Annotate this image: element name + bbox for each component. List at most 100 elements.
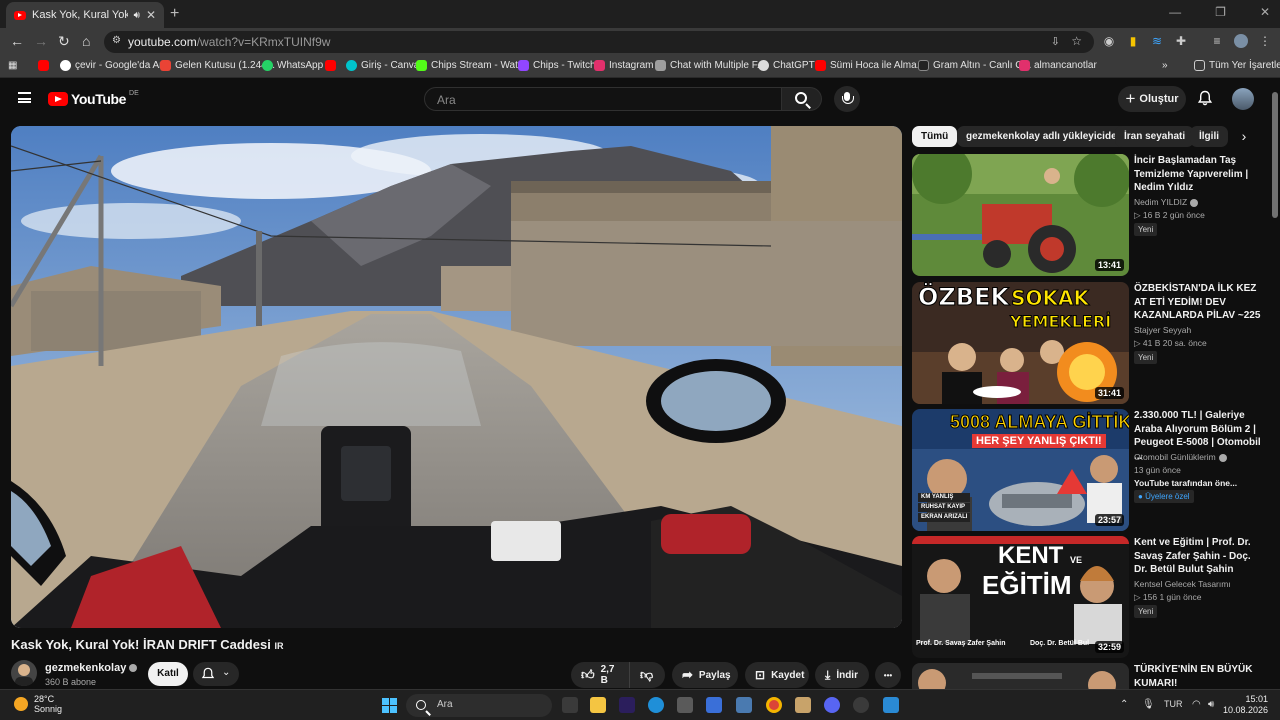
channel-avatar[interactable] [11,660,37,686]
recommendation-item[interactable]: TÜRKİYE'NİN EN BÜYÜK KUMARI! [912,663,1268,689]
join-button[interactable]: Katıl [148,662,188,686]
close-tab-icon[interactable]: ✕ [146,8,156,22]
microphone-icon[interactable]: 🎙︎ [1142,699,1155,710]
bookmark-item[interactable]: Gelen Kutusu (1.244... [160,60,275,71]
recommendation-channel[interactable]: Kentsel Gelecek Tasarımı [1134,579,1231,589]
speaker-icon[interactable]: 🔊︎ [134,10,140,21]
audio-extension-icon[interactable]: ≋ [1150,34,1164,48]
chip-all[interactable]: Tümü [912,126,958,147]
windows-start-icon[interactable] [382,698,398,714]
vscode-icon[interactable] [883,697,899,713]
volume-icon[interactable]: 🔊︎ [1208,699,1214,710]
dislike-button[interactable]: 👎︎ [629,662,665,688]
notifications-bell-icon[interactable] [1197,90,1213,106]
bookmark-star-icon[interactable]: ☆ [1071,34,1082,48]
voice-search-icon[interactable] [834,86,860,112]
profile-avatar-icon[interactable] [1234,34,1248,48]
apps-grid-icon[interactable]: ▦ [8,60,17,71]
discord-icon[interactable] [824,697,840,713]
install-icon[interactable]: ⇩ [1051,35,1060,48]
chip-related[interactable]: İlgili [1190,126,1228,147]
share-button[interactable]: ➦ Paylaş [672,662,738,688]
wallet-extension-icon[interactable]: ▮ [1126,34,1140,48]
page-scrollbar[interactable] [1272,92,1278,218]
new-tab-icon[interactable]: + [170,5,179,23]
bookmark-item[interactable]: Chips - Twitch [518,60,596,71]
camera-extension-icon[interactable]: ◉ [1102,34,1116,48]
subscription-notifications-button[interactable]: ⌄ [193,662,239,686]
all-bookmarks[interactable]: Tüm Yer İşaretleri [1194,60,1280,71]
video-thumbnail[interactable]: 5008 ALMAYA GİTTİK! HER ŞEY YANLIŞ ÇIKTI… [912,409,1129,531]
taskbar-search-input[interactable]: Ara [406,694,552,717]
recommendation-channel[interactable]: Stajyer Seyyah [1134,325,1191,335]
chip-iran-travel[interactable]: İran seyahati [1115,126,1195,147]
tray-overflow-icon[interactable]: ⌃ [1120,699,1128,710]
video-thumbnail[interactable]: ÖZBEK SOKAK YEMEKLERİ 31:41 [912,282,1129,404]
app-icon[interactable] [736,697,752,713]
input-language[interactable]: TUR [1164,699,1183,709]
close-window-icon[interactable]: ✕ [1260,5,1270,19]
site-info-icon[interactable]: ⚙ [112,35,121,46]
like-button[interactable]: 👍︎ 2,7 B [571,662,629,688]
more-actions-button[interactable]: ••• [875,662,901,688]
reload-icon[interactable]: ↻ [58,33,70,50]
minimize-icon[interactable]: — [1169,5,1181,19]
recommendation-title[interactable]: TÜRKİYE'NİN EN BÜYÜK KUMARI! [1134,663,1262,689]
extensions-icon[interactable]: ✚ [1174,34,1188,48]
wifi-icon[interactable]: ◠ [1192,699,1201,710]
bookmark-item[interactable]: ChatGPT [758,60,815,71]
bookmarks-overflow-icon[interactable]: » [1162,60,1168,71]
recommendation-item[interactable]: ÖZBEK SOKAK YEMEKLERİ 31:41 ÖZBEKİSTAN'DA… [912,282,1268,404]
back-icon[interactable]: ← [10,33,24,49]
recommendation-title[interactable]: ÖZBEKİSTAN'DA İLK KEZ AT ETİ YEDİM! DEV … [1134,282,1262,323]
chips-next-chevron-icon[interactable]: › [1234,126,1254,147]
bookmark-item[interactable]: çevir - Google'da Ara [60,60,168,71]
menu-icon[interactable] [18,92,31,103]
bookmark-item[interactable]: Sümi Hoca ile Alma... [815,60,925,71]
file-explorer-icon[interactable] [590,697,606,713]
download-button[interactable]: ⤓ İndir [815,662,869,688]
video-thumbnail[interactable]: 13:41 [912,154,1129,276]
document-app-icon[interactable] [795,697,811,713]
weather-widget[interactable]: 28°C Sonnig [14,694,62,714]
channel-name[interactable]: gezmekenkolay [45,662,138,674]
video-thumbnail[interactable]: KENT VE EĞİTİM Prof. Dr. Savaş Zafer Şah… [912,536,1129,658]
snipping-tool-icon[interactable] [677,697,693,713]
bookmark-item[interactable] [325,60,336,71]
windows-store-icon[interactable] [706,697,722,713]
bookmark-item[interactable]: Chips Stream - Wat... [416,60,526,71]
bookmark-item[interactable] [38,60,49,71]
recommendation-item[interactable]: 5008 ALMAYA GİTTİK! HER ŞEY YANLIŞ ÇIKTI… [912,409,1268,531]
recommendation-item[interactable]: 13:41 İncir Başlamadan Taş Temizleme Yap… [912,154,1268,276]
bookmark-item[interactable]: Gram Altın - Canlı G... [918,60,1031,71]
create-button[interactable]: + Oluştur [1118,86,1186,112]
bookmark-item[interactable]: Giriş - Canva [346,60,419,71]
task-view-icon[interactable] [562,697,578,713]
bookmark-item[interactable]: almancanotlar [1019,60,1097,71]
browser-tab[interactable]: Kask Yok, Kural Yok! İRAN D 🔊︎ ✕ [6,2,164,28]
recommendation-channel[interactable]: Nedim YILDIZ [1134,197,1199,207]
home-icon[interactable]: ⌂ [82,33,90,49]
edge-icon[interactable] [648,697,664,713]
steam-icon[interactable] [853,697,869,713]
video-player[interactable] [11,126,902,628]
premiere-pro-icon[interactable] [619,697,635,713]
save-button[interactable]: ⊡ Kaydet [745,662,809,688]
clock[interactable]: 15:01 10.08.2026 [1223,694,1268,716]
media-icon[interactable]: ≡ [1210,34,1224,48]
address-bar[interactable]: ⚙ youtube.com/watch?v=KRmxTUINf9w ⇩ ☆ [104,31,1094,53]
recommendation-title[interactable]: Kent ve Eğitim | Prof. Dr. Savaş Zafer Ş… [1134,536,1262,577]
menu-dots-icon[interactable]: ⋮ [1258,34,1272,48]
account-avatar[interactable] [1232,88,1254,110]
maximize-icon[interactable]: ❐ [1215,5,1226,19]
video-thumbnail[interactable] [912,663,1129,689]
search-input[interactable]: Ara [424,87,782,111]
bookmark-item[interactable]: Instagram [594,60,653,71]
recommendation-channel[interactable]: Otomobil Günlüklerim [1134,452,1227,462]
search-button[interactable] [782,87,822,111]
chip-from-uploader[interactable]: gezmekenkolay adlı yükleyiciden [957,126,1132,147]
recommendation-item[interactable]: KENT VE EĞİTİM Prof. Dr. Savaş Zafer Şah… [912,536,1268,658]
youtube-logo[interactable]: YouTube DE [48,90,139,107]
bookmark-item[interactable]: WhatsApp [262,60,323,71]
forward-icon[interactable]: → [34,33,48,49]
